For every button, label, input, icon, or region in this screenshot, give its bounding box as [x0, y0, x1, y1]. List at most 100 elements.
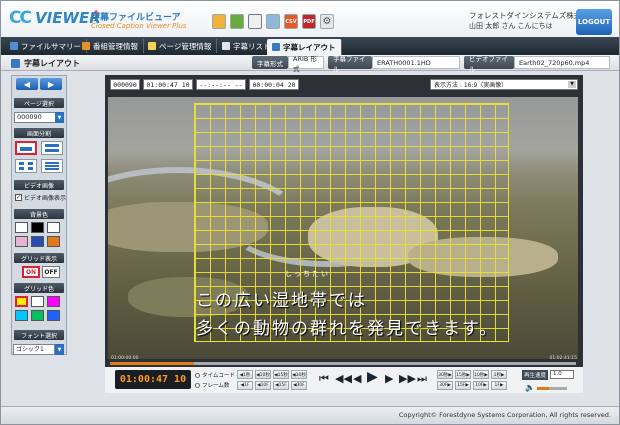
font-header: フォント選択 [14, 330, 64, 340]
video-frame: しっちたい この広い湿地帯では 多くの動物の群れを発見できます。 [108, 97, 578, 359]
jump-back-15f[interactable]: ◀15F [273, 381, 289, 390]
grid-color-white[interactable] [31, 296, 44, 307]
preview-panel: 000090 01:00:47 10 --:--:-- -- 00:00:04 … [105, 75, 583, 393]
volume-slider[interactable] [537, 387, 567, 390]
tab-label: ファイルサマリー [21, 41, 81, 51]
grid-show-header: グリッド表示 [14, 253, 64, 263]
grid-off-button[interactable]: OFF [42, 266, 60, 278]
grid-color-green[interactable] [31, 310, 44, 321]
sidebar: ◀ ▶ ページ選択 000090 ▼ 画面分割 ビデオ画像 ✓ ビデオ画像表示 背… [11, 75, 67, 355]
jump-back-30s[interactable]: ◀30秒 [291, 370, 307, 379]
gear-icon[interactable]: ⚙ [320, 14, 334, 29]
split-bar [19, 167, 24, 170]
split-grid6-button[interactable] [41, 159, 63, 173]
split-single-button[interactable] [15, 141, 37, 155]
tab-file-summary[interactable]: ファイルサマリー [5, 39, 87, 53]
jump-back-10s[interactable]: ◀10秒 [255, 370, 271, 379]
user-greeting: 山田 太郎 さん こんにちは [469, 22, 553, 30]
mode-frame-label: フレーム数 [202, 383, 230, 389]
page-select-header: ページ選択 [14, 98, 64, 108]
split-bar [19, 162, 24, 165]
jump-fwd-30f[interactable]: 30F▶ [437, 381, 453, 390]
csv-icon[interactable]: CSV [284, 14, 298, 29]
skip-end-button[interactable]: ⏭ [417, 372, 427, 386]
seek-progress [110, 362, 194, 365]
jump-fwd-30s[interactable]: 30秒▶ [437, 370, 453, 379]
jump-back-1f[interactable]: ◀1F [237, 381, 253, 390]
app-window: CC VIEWER ✦ 字幕ファイルビューア Closed Caption Vi… [0, 0, 620, 425]
mode-frame-radio[interactable]: フレーム数 [195, 381, 229, 389]
jump-fwd-15f[interactable]: 15F▶ [455, 381, 471, 390]
jump-back-10f[interactable]: ◀10F [255, 381, 271, 390]
pdf-icon[interactable]: PDF [302, 14, 316, 29]
tab-label: 字幕レイアウト [283, 42, 336, 52]
tab-program-info[interactable]: 番組管理情報 [77, 39, 144, 53]
csv-icon-text: CSV [285, 18, 297, 25]
jump-back-15s[interactable]: ◀15秒 [273, 370, 289, 379]
split-bar [45, 165, 59, 167]
jump-back-1s[interactable]: ◀1秒 [237, 370, 253, 379]
chevron-down-icon: ▼ [568, 81, 576, 88]
logout-button[interactable]: LOGOUT [576, 9, 612, 35]
next-page-button[interactable]: ▶ [40, 78, 62, 90]
bg-color-white2[interactable] [47, 222, 60, 233]
bg-color-white[interactable] [15, 222, 28, 233]
display-mode-select[interactable]: 表示方法 : 16:9（実画像） ▼ [430, 79, 578, 90]
layout-icon [272, 43, 280, 51]
jump-back-30f[interactable]: ◀30F [291, 381, 307, 390]
folder-icon[interactable] [212, 14, 226, 29]
split-bar [45, 168, 59, 170]
bg-color-orange[interactable] [47, 236, 60, 247]
jump-fwd-1f[interactable]: 1F▶ [491, 381, 507, 390]
page-title-text: 字幕レイアウト [24, 59, 80, 68]
split-grid4-button[interactable] [15, 159, 37, 173]
font-select[interactable]: ゴシック1 [13, 344, 55, 355]
skip-start-button[interactable]: ⏮ [319, 372, 329, 386]
bg-color-blue[interactable] [31, 236, 44, 247]
font-dropdown-chevron-down-icon[interactable]: ▼ [55, 344, 64, 355]
video-header: ビデオ画像 [14, 180, 64, 190]
video-show-checkbox[interactable]: ✓ ビデオ画像表示 [15, 193, 66, 202]
split-bar [20, 147, 32, 151]
bg-color-pink[interactable] [15, 236, 28, 247]
grid-color-blue[interactable] [47, 310, 60, 321]
mode-timecode-radio[interactable]: タイムコード [195, 371, 235, 379]
video-show-label: ビデオ画像表示 [24, 195, 67, 202]
speaker-icon[interactable]: 🔈 [525, 383, 535, 392]
step-back-button[interactable]: ◀ [353, 372, 361, 385]
document-icon[interactable] [248, 14, 262, 29]
fast-forward-button[interactable]: ▶▶ [399, 372, 416, 385]
page-number-input[interactable]: 000090 [14, 112, 56, 123]
split-horizontal-button[interactable] [41, 141, 63, 155]
jump-fwd-10f[interactable]: 10F▶ [473, 381, 489, 390]
play-button[interactable]: ▶ [367, 369, 378, 385]
file-icon [10, 42, 18, 50]
page-title: 字幕レイアウト [11, 58, 80, 69]
prev-page-button[interactable]: ◀ [16, 78, 38, 90]
volume-level [537, 387, 549, 390]
rewind-button[interactable]: ◀◀ [335, 372, 352, 385]
header: CC VIEWER ✦ 字幕ファイルビューア Closed Caption Vi… [1, 1, 619, 37]
list-icon [222, 42, 230, 50]
display-mode-label: 表示方法 : 16:9（実画像） [434, 82, 508, 89]
step-forward-button[interactable]: ▶ [385, 372, 393, 385]
file-value: ERATH0001.1HD [372, 56, 460, 69]
format-value: ARIB 形式 [288, 55, 324, 73]
grid-on-button[interactable]: ON [22, 266, 40, 278]
jump-fwd-10s[interactable]: 10秒▶ [473, 370, 489, 379]
timecode-in: 01:00:47 10 [143, 79, 193, 90]
speed-select[interactable]: 1.0 [550, 370, 574, 379]
checkbox-check-icon: ✓ [15, 194, 22, 201]
page-dropdown-chevron-down-icon[interactable]: ▼ [55, 112, 64, 123]
tab-page-info[interactable]: ページ管理情報 [143, 39, 218, 53]
grid-color-yellow[interactable] [15, 296, 28, 307]
jump-fwd-1s[interactable]: 1秒▶ [491, 370, 507, 379]
picture-icon[interactable] [266, 14, 280, 29]
seek-bar[interactable] [110, 362, 576, 365]
split-bar [28, 162, 33, 165]
bg-color-black[interactable] [31, 222, 44, 233]
table-icon[interactable] [230, 14, 244, 29]
jump-fwd-15s[interactable]: 15秒▶ [455, 370, 471, 379]
grid-color-magenta[interactable] [47, 296, 60, 307]
grid-color-cyan[interactable] [15, 310, 28, 321]
